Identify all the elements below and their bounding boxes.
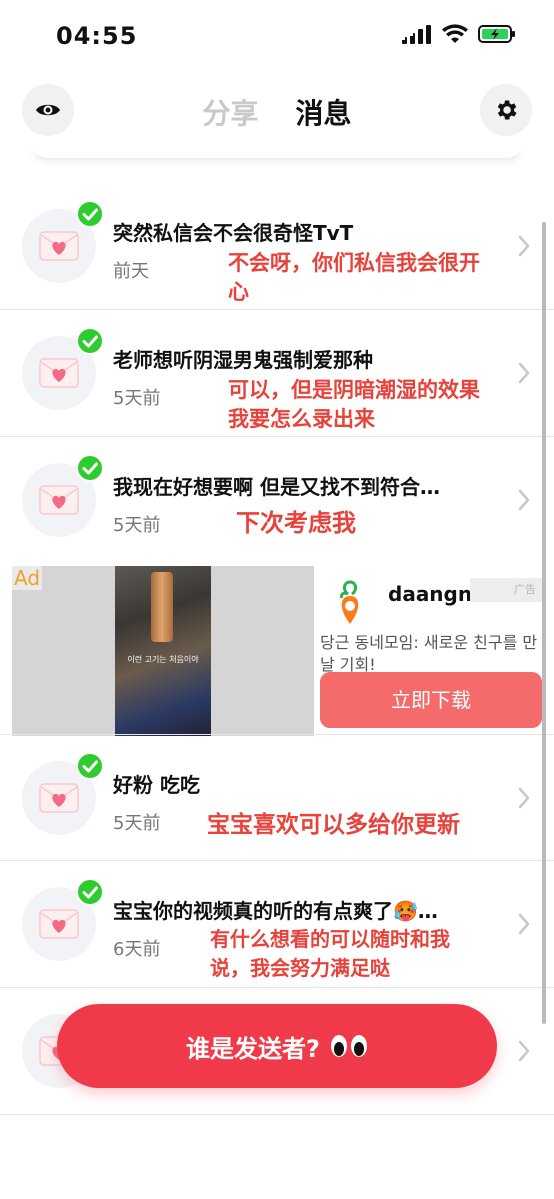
ad-photo-grill bbox=[151, 572, 173, 642]
header: 分享 消息 bbox=[0, 80, 554, 142]
envelope-heart-icon bbox=[39, 909, 79, 939]
verified-check-icon bbox=[76, 878, 104, 906]
battery-charging-icon bbox=[478, 25, 515, 43]
message-row[interactable]: 我现在好想要啊 但是又找不到符合… 5天前 下次考虑我 bbox=[0, 437, 554, 564]
reply-note: 有什么想看的可以随时和我说，我会努力满足哒 bbox=[210, 927, 450, 980]
reply-note: 不会呀，你们私信我会很开心 bbox=[228, 251, 480, 304]
message-row[interactable]: 突然私信会不会很奇怪TvT 前天 不会呀，你们私信我会很开心 bbox=[0, 183, 554, 310]
chevron-right-icon bbox=[518, 1040, 530, 1062]
wifi-icon bbox=[442, 24, 468, 43]
header-divider bbox=[30, 140, 524, 158]
gear-icon bbox=[497, 100, 517, 120]
status-icons bbox=[402, 24, 516, 44]
scrollbar[interactable] bbox=[542, 222, 546, 1024]
ad-photo: 이런 고기는 처음이야 bbox=[115, 566, 211, 736]
message-time: 前天 bbox=[113, 261, 149, 282]
ad-brand-row: daangn 广告 bbox=[320, 572, 542, 628]
message-title: 老师想听阴湿男鬼强制爱那种 bbox=[113, 348, 373, 372]
message-row[interactable]: 宝宝你的视频真的听的有点爽了🥵… 6天前 有什么想看的可以随时和我说，我会努力满… bbox=[0, 861, 554, 988]
message-time: 5天前 bbox=[113, 515, 161, 536]
chevron-right-icon bbox=[518, 787, 530, 809]
reply-note: 宝宝喜欢可以多给你更新 bbox=[207, 812, 460, 838]
eyes-icon bbox=[330, 1034, 368, 1058]
message-list: 突然私信会不会很奇怪TvT 前天 不会呀，你们私信我会很开心 老师想听阴湿男鬼强… bbox=[0, 183, 554, 1115]
cta-label: 谁是发送者? bbox=[186, 1034, 320, 1063]
envelope-heart-icon bbox=[39, 783, 79, 813]
chevron-right-icon bbox=[518, 913, 530, 935]
carrot-logo-icon bbox=[340, 580, 359, 624]
ad-banner[interactable]: 이런 고기는 처음이야 Ad daangn 广告 당근 동네모임: 새로운 친구… bbox=[0, 564, 554, 736]
settings-button[interactable] bbox=[480, 84, 532, 136]
envelope-heart-icon bbox=[39, 485, 79, 515]
status-bar: 04:55 bbox=[0, 0, 554, 70]
tab-share[interactable]: 分享 bbox=[203, 97, 259, 130]
message-time: 5天前 bbox=[113, 813, 161, 834]
envelope-heart-icon bbox=[39, 231, 79, 261]
ad-brand: daangn bbox=[388, 582, 473, 606]
status-time: 04:55 bbox=[56, 22, 138, 50]
chevron-right-icon bbox=[518, 235, 530, 257]
ad-download-button[interactable]: 立即下载 bbox=[320, 672, 542, 728]
message-title: 突然私信会不会很奇怪TvT bbox=[113, 221, 354, 245]
tab-messages[interactable]: 消息 bbox=[295, 97, 351, 130]
chevron-right-icon bbox=[518, 489, 530, 511]
message-time: 5天前 bbox=[113, 388, 161, 409]
verified-check-icon bbox=[76, 454, 104, 482]
message-title: 宝宝你的视频真的听的有点爽了🥵… bbox=[113, 899, 438, 923]
message-row[interactable]: 好粉 吃吃 5天前 宝宝喜欢可以多给你更新 bbox=[0, 734, 554, 861]
ad-label: Ad bbox=[12, 566, 43, 590]
ad-image[interactable]: 이런 고기는 처음이야 bbox=[12, 566, 314, 736]
reply-note: 下次考虑我 bbox=[236, 509, 356, 537]
ad-tag: 广告 bbox=[470, 578, 542, 602]
reply-note: 可以，但是阴暗潮湿的效果我要怎么录出来 bbox=[228, 378, 480, 431]
message-row[interactable]: 老师想听阴湿男鬼强制爱那种 5天前 可以，但是阴暗潮湿的效果我要怎么录出来 bbox=[0, 310, 554, 437]
envelope-heart-icon bbox=[39, 358, 79, 388]
message-time: 6天前 bbox=[113, 939, 161, 960]
message-title: 好粉 吃吃 bbox=[113, 773, 200, 797]
message-title: 我现在好想要啊 但是又找不到符合… bbox=[113, 475, 440, 499]
verified-check-icon bbox=[76, 200, 104, 228]
signal-icon bbox=[402, 25, 431, 44]
verified-check-icon bbox=[76, 327, 104, 355]
who-is-sender-button[interactable]: 谁是发送者? bbox=[57, 1004, 497, 1088]
ad-photo-caption: 이런 고기는 처음이야 bbox=[127, 655, 199, 664]
chevron-right-icon bbox=[518, 362, 530, 384]
ad-description: 당근 동네모임: 새로운 친구를 만날 기회! bbox=[320, 633, 538, 674]
header-tabs: 分享 消息 bbox=[0, 92, 554, 132]
verified-check-icon bbox=[76, 752, 104, 780]
